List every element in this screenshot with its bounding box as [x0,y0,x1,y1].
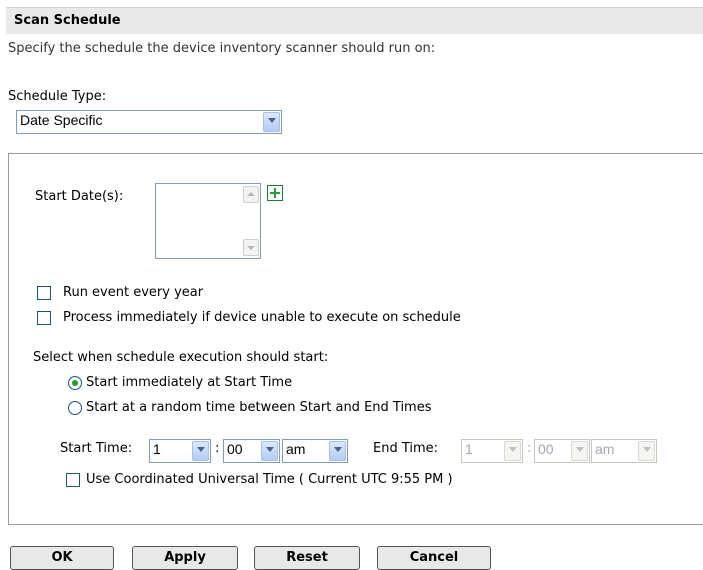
description-text: Specify the schedule the device inventor… [8,41,436,56]
chevron-down-icon [571,441,588,461]
plus-icon[interactable] [267,185,283,201]
chevron-down-icon [638,441,655,461]
ok-button[interactable]: OK [10,546,114,570]
start-immediately-radio[interactable] [68,376,82,390]
process-immediately-checkbox[interactable] [37,311,51,325]
start-random-radio[interactable] [68,401,82,415]
schedule-type-select[interactable]: Date Specific [16,110,282,134]
cancel-button[interactable]: Cancel [377,546,491,570]
apply-button[interactable]: Apply [132,546,238,570]
use-utc-checkbox[interactable] [66,473,80,487]
start-random-label: Start at a random time between Start and… [86,400,432,415]
start-time-separator: : [215,441,220,456]
start-time-label: Start Time: [60,441,133,456]
chevron-down-icon[interactable] [329,441,346,461]
process-immediately-label: Process immediately if device unable to … [63,310,461,325]
start-hour-value: 1 [153,441,161,457]
start-dates-list[interactable] [155,183,261,259]
end-time-separator: : [527,441,532,456]
end-minute-select[interactable]: 00 [534,439,590,463]
schedule-type-label: Schedule Type: [8,89,107,104]
run-every-year-checkbox[interactable] [37,286,51,300]
end-hour-value: 1 [465,441,473,457]
start-minute-select[interactable]: 00 [223,439,280,463]
start-ampm-select[interactable]: am [282,439,348,463]
use-utc-label: Use Coordinated Universal Time ( Current… [86,472,453,487]
end-time-label: End Time: [373,441,439,456]
scroll-up-icon[interactable] [243,186,259,203]
end-hour-select[interactable]: 1 [461,439,523,463]
end-ampm-select[interactable]: am [591,439,657,463]
section-header: Scan Schedule [6,7,703,34]
start-minute-value: 00 [227,441,243,457]
start-immediately-label: Start immediately at Start Time [86,375,293,390]
execution-label: Select when schedule execution should st… [33,350,329,365]
end-ampm-value: am [595,441,615,457]
schedule-type-value: Date Specific [20,112,103,128]
start-dates-label: Start Date(s): [35,189,124,204]
chevron-down-icon[interactable] [192,441,209,461]
reset-button[interactable]: Reset [254,546,360,570]
scroll-down-icon[interactable] [243,239,259,256]
chevron-down-icon [504,441,521,461]
section-title: Scan Schedule [14,13,121,28]
schedule-panel [8,153,703,525]
chevron-down-icon[interactable] [263,112,280,132]
chevron-down-icon[interactable] [261,441,278,461]
start-ampm-value: am [286,441,306,457]
run-every-year-label: Run event every year [63,285,204,300]
start-hour-select[interactable]: 1 [149,439,211,463]
end-minute-value: 00 [538,441,554,457]
